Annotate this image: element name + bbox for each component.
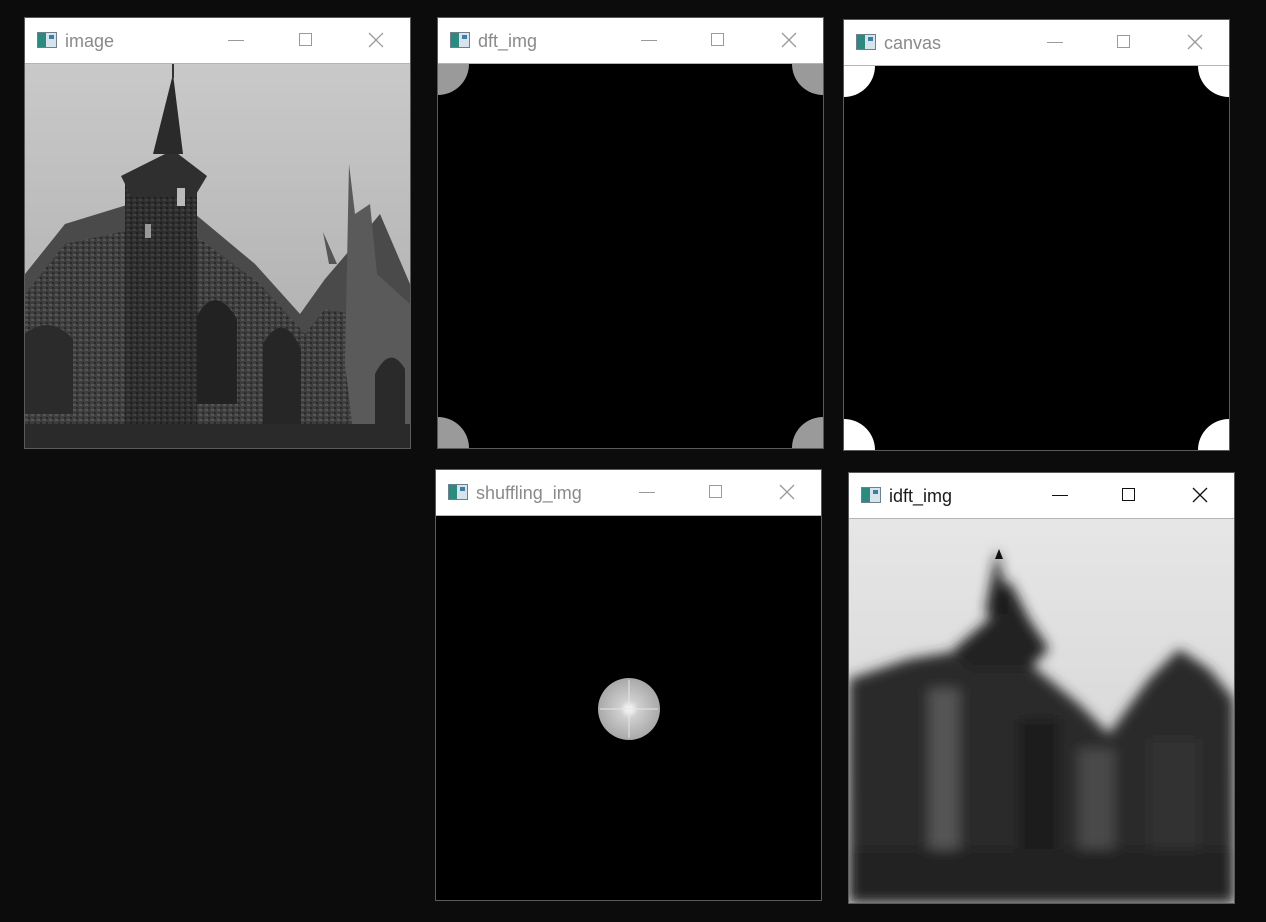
opencv-window-icon: [37, 32, 57, 48]
window-title: canvas: [884, 33, 942, 53]
close-icon[interactable]: [1180, 480, 1220, 510]
opencv-window-icon: [448, 484, 468, 500]
shifted-spectrum-image: [436, 516, 821, 900]
titlebar[interactable]: shuffling_img: [436, 470, 821, 516]
window-title: idft_img: [889, 486, 953, 506]
minimize-icon[interactable]: [1040, 480, 1080, 510]
minimize-icon[interactable]: [216, 25, 256, 55]
dft-spectrum-image: [438, 64, 823, 448]
titlebar[interactable]: idft_img: [849, 473, 1234, 519]
window-image[interactable]: image: [24, 17, 411, 449]
maximize-icon[interactable]: [1109, 480, 1149, 510]
titlebar[interactable]: dft_img: [438, 18, 823, 64]
window-idft_img[interactable]: idft_img: [848, 472, 1235, 904]
minimize-icon[interactable]: [1035, 27, 1075, 57]
maximize-icon[interactable]: [698, 25, 738, 55]
grayscale-church-image: [25, 64, 410, 448]
opencv-window-icon: [450, 32, 470, 48]
window-shuffling_img[interactable]: shuffling_img: [435, 469, 822, 901]
minimize-icon[interactable]: [629, 25, 669, 55]
close-icon[interactable]: [769, 25, 809, 55]
close-icon[interactable]: [1175, 27, 1215, 57]
window-title: dft_img: [478, 31, 538, 51]
maximize-icon[interactable]: [696, 477, 736, 507]
window-canvas[interactable]: canvas: [843, 19, 1230, 451]
minimize-icon[interactable]: [627, 477, 667, 507]
opencv-window-icon: [856, 34, 876, 50]
maximize-icon[interactable]: [286, 25, 326, 55]
window-title: image: [65, 31, 115, 51]
window-title: shuffling_img: [476, 483, 582, 503]
titlebar[interactable]: canvas: [844, 20, 1229, 66]
mask-canvas-image: [844, 66, 1229, 450]
close-icon[interactable]: [356, 25, 396, 55]
window-dft_img[interactable]: dft_img: [437, 17, 824, 449]
close-icon[interactable]: [767, 477, 807, 507]
opencv-window-icon: [861, 487, 881, 503]
lowpass-reconstructed-image: [849, 519, 1234, 903]
maximize-icon[interactable]: [1104, 27, 1144, 57]
titlebar[interactable]: image: [25, 18, 410, 64]
